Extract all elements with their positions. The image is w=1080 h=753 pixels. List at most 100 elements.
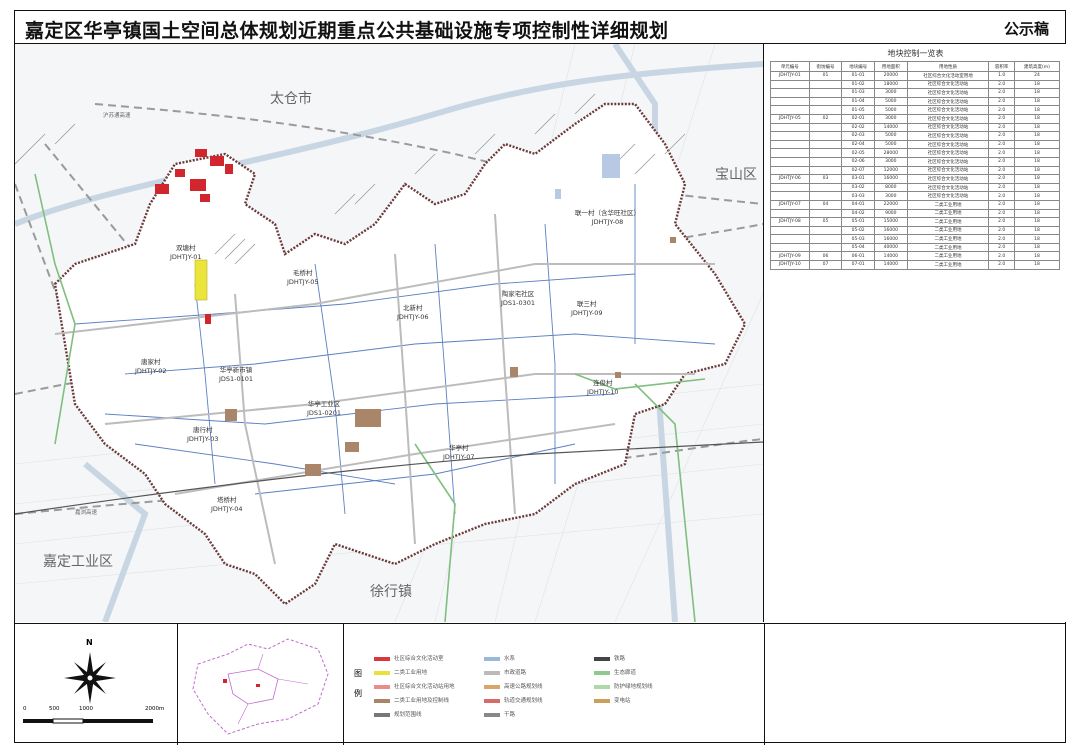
- table-cell: 06-01: [841, 251, 875, 262]
- table-cell: 18: [1014, 217, 1060, 227]
- legend-label: 二类工业用地: [394, 670, 428, 676]
- table-cell: 社区综合文化活动站: [906, 139, 990, 150]
- page-title: 嘉定区华亭镇国土空间总体规划近期重点公共基础设施专项控制性详细规划: [25, 20, 669, 42]
- unit-label-lianjie[interactable]: 联三村 JDHTJY-09: [571, 300, 603, 318]
- table-cell: JDHTJY-10: [770, 260, 810, 270]
- table-cell: 01: [808, 71, 843, 81]
- legend-item: 轨道交通规划线: [484, 696, 543, 704]
- control-table-panel: 地块控制一览表 单元编号 街坊编号 地块编号 用地面积 用地性质 容积率 建筑高度(m) J…: [764, 44, 1067, 622]
- table-cell: 1.0: [988, 71, 1015, 81]
- table-cell: 18: [1014, 191, 1060, 201]
- unit-label-industrial[interactable]: 华亭工业区 JDS1-0201: [307, 400, 341, 418]
- table-cell: 2.0: [988, 131, 1015, 141]
- table-cell: 18: [1014, 242, 1060, 253]
- region-jiading-industrial: 嘉定工业区: [43, 554, 113, 570]
- table-cell: 05: [808, 217, 843, 227]
- table-cell: 06: [808, 251, 843, 262]
- table-cell: [808, 79, 843, 90]
- table-cell: 2.0: [988, 242, 1015, 253]
- table-cell: 18: [1014, 131, 1060, 141]
- table-cell: 07: [808, 260, 843, 270]
- table-cell: 18: [1014, 79, 1060, 90]
- table-cell: 14000: [873, 122, 908, 133]
- planning-map[interactable]: 太仓市 宝山区 嘉定工业区 徐行镇 双塘村 JDHTJY-01 毛桥村 JDHTJY…: [15, 44, 764, 622]
- unit-label-shuangtang[interactable]: 双塘村 JDHTJY-01: [170, 244, 202, 262]
- table-cell: 3000: [873, 156, 908, 167]
- legend-swatch: [484, 698, 500, 703]
- table-cell: 07-01: [841, 260, 875, 270]
- table-title: 地块控制一览表: [887, 49, 944, 58]
- legend-label: 市政道路: [504, 670, 527, 676]
- table-cell: [808, 165, 843, 176]
- legend-label: 生态廊道: [614, 670, 637, 676]
- table-cell: 2.0: [988, 234, 1015, 244]
- table-header-cell: 街坊编号: [808, 61, 843, 72]
- table-cell: 3000: [873, 88, 908, 98]
- table-cell: 2.0: [988, 251, 1015, 262]
- legend-item: 变电站: [594, 696, 631, 704]
- table-cell: [808, 139, 843, 150]
- legend-item: 水系: [484, 654, 515, 662]
- table-cell: 18: [1014, 251, 1060, 262]
- minimap-canvas: [192, 638, 329, 735]
- table-cell: JDHTJY-09: [770, 251, 810, 262]
- table-row: 01-03 3000 社区综合文化活动站 2.0 18: [770, 88, 1060, 98]
- unit-label-lianyi[interactable]: 联一村（含华旺社区） JDHTJY-08: [575, 209, 640, 227]
- table-cell: 2.0: [988, 217, 1015, 227]
- unit-label-tangjia[interactable]: 唐家村 JDHTJY-02: [135, 358, 167, 376]
- table-row: 02-02 14000 社区综合文化活动站 2.0 18: [770, 122, 1060, 133]
- map-canvas: [15, 44, 763, 622]
- table-header-cell: 用地面积: [873, 61, 908, 72]
- table-cell: 02-04: [841, 139, 875, 150]
- table-row: 03-02 8000 社区综合文化活动站 2.0 18: [770, 182, 1060, 193]
- table-cell: 社区综合文化活动站: [906, 174, 990, 184]
- table-cell: [770, 96, 810, 107]
- table-header-cell: 容积率: [988, 61, 1015, 72]
- unit-label-taojia[interactable]: 陶家宅社区 JDS1-0301: [501, 290, 535, 308]
- legend-swatch: [484, 670, 500, 675]
- legend-label: 高速公路规划线: [504, 684, 543, 690]
- legend-swatch: [374, 684, 390, 689]
- unit-label-huating[interactable]: 华亭村 JDHTJY-07: [443, 444, 475, 462]
- table-cell: 02-02: [841, 122, 875, 133]
- table-cell: 社区综合文化活动站: [906, 131, 990, 141]
- legend-panel: 图例 社区综合文化活动室 二类工业用地 社区综合文化活动站用地 二类工业用地及控制线规…: [344, 624, 765, 745]
- table-cell: 18: [1014, 165, 1060, 176]
- unit-label-yuyan[interactable]: 塔桥村 JDHTJY-04: [211, 496, 243, 514]
- legend-title: 图例: [354, 669, 362, 698]
- table-cell: 02-06: [841, 156, 875, 167]
- legend-swatch: [374, 712, 390, 717]
- legend-item: 规划范围线: [374, 710, 422, 718]
- table-cell: 2.0: [988, 148, 1015, 158]
- table-cell: [808, 96, 843, 107]
- legend-item: 二类工业用地及控制线: [374, 696, 449, 704]
- table-cell: 15000: [873, 217, 908, 227]
- table-cell: 18: [1014, 225, 1060, 236]
- unit-label-tanghang[interactable]: 唐行村 JDHTJY-03: [187, 426, 219, 444]
- table-cell: 二类工业用地: [906, 242, 990, 253]
- table-cell: 12000: [873, 165, 908, 176]
- legend-item: 铁路: [594, 654, 625, 662]
- legend-swatch: [484, 712, 500, 717]
- table-row: JDHTJY-07 04 04-01 22000 二类工业用地 2.0 18: [770, 199, 1060, 210]
- table-cell: 05-03: [841, 234, 875, 244]
- legend-label: 轨道交通规划线: [504, 698, 543, 704]
- table-cell: 01-01: [841, 71, 875, 81]
- table-cell: 5000: [873, 131, 908, 141]
- table-cell: [770, 191, 810, 201]
- unit-label-beixiang[interactable]: 北新村 JDHTJY-06: [397, 304, 429, 322]
- table-cell: 2.0: [988, 165, 1015, 176]
- table-cell: 二类工业用地: [906, 234, 990, 244]
- unit-label-market[interactable]: 华亭新市镇 JDS1-0101: [219, 366, 253, 384]
- unit-label-shuangfu[interactable]: 连俊村 JDHTJY-10: [587, 379, 619, 397]
- unit-label-maomu[interactable]: 毛桥村 JDHTJY-05: [287, 269, 319, 287]
- road-label-husutong: 沪苏通高速: [103, 113, 131, 119]
- legend-swatch: [374, 656, 390, 661]
- table-cell: [808, 131, 843, 141]
- road-label-jialiu: 嘉浏高速: [75, 510, 98, 516]
- table-cell: 16000: [873, 234, 908, 244]
- table-cell: 18: [1014, 88, 1060, 98]
- table-cell: JDHTJY-06: [770, 174, 810, 184]
- table-cell: 18: [1014, 199, 1060, 210]
- table-cell: 02: [808, 113, 843, 124]
